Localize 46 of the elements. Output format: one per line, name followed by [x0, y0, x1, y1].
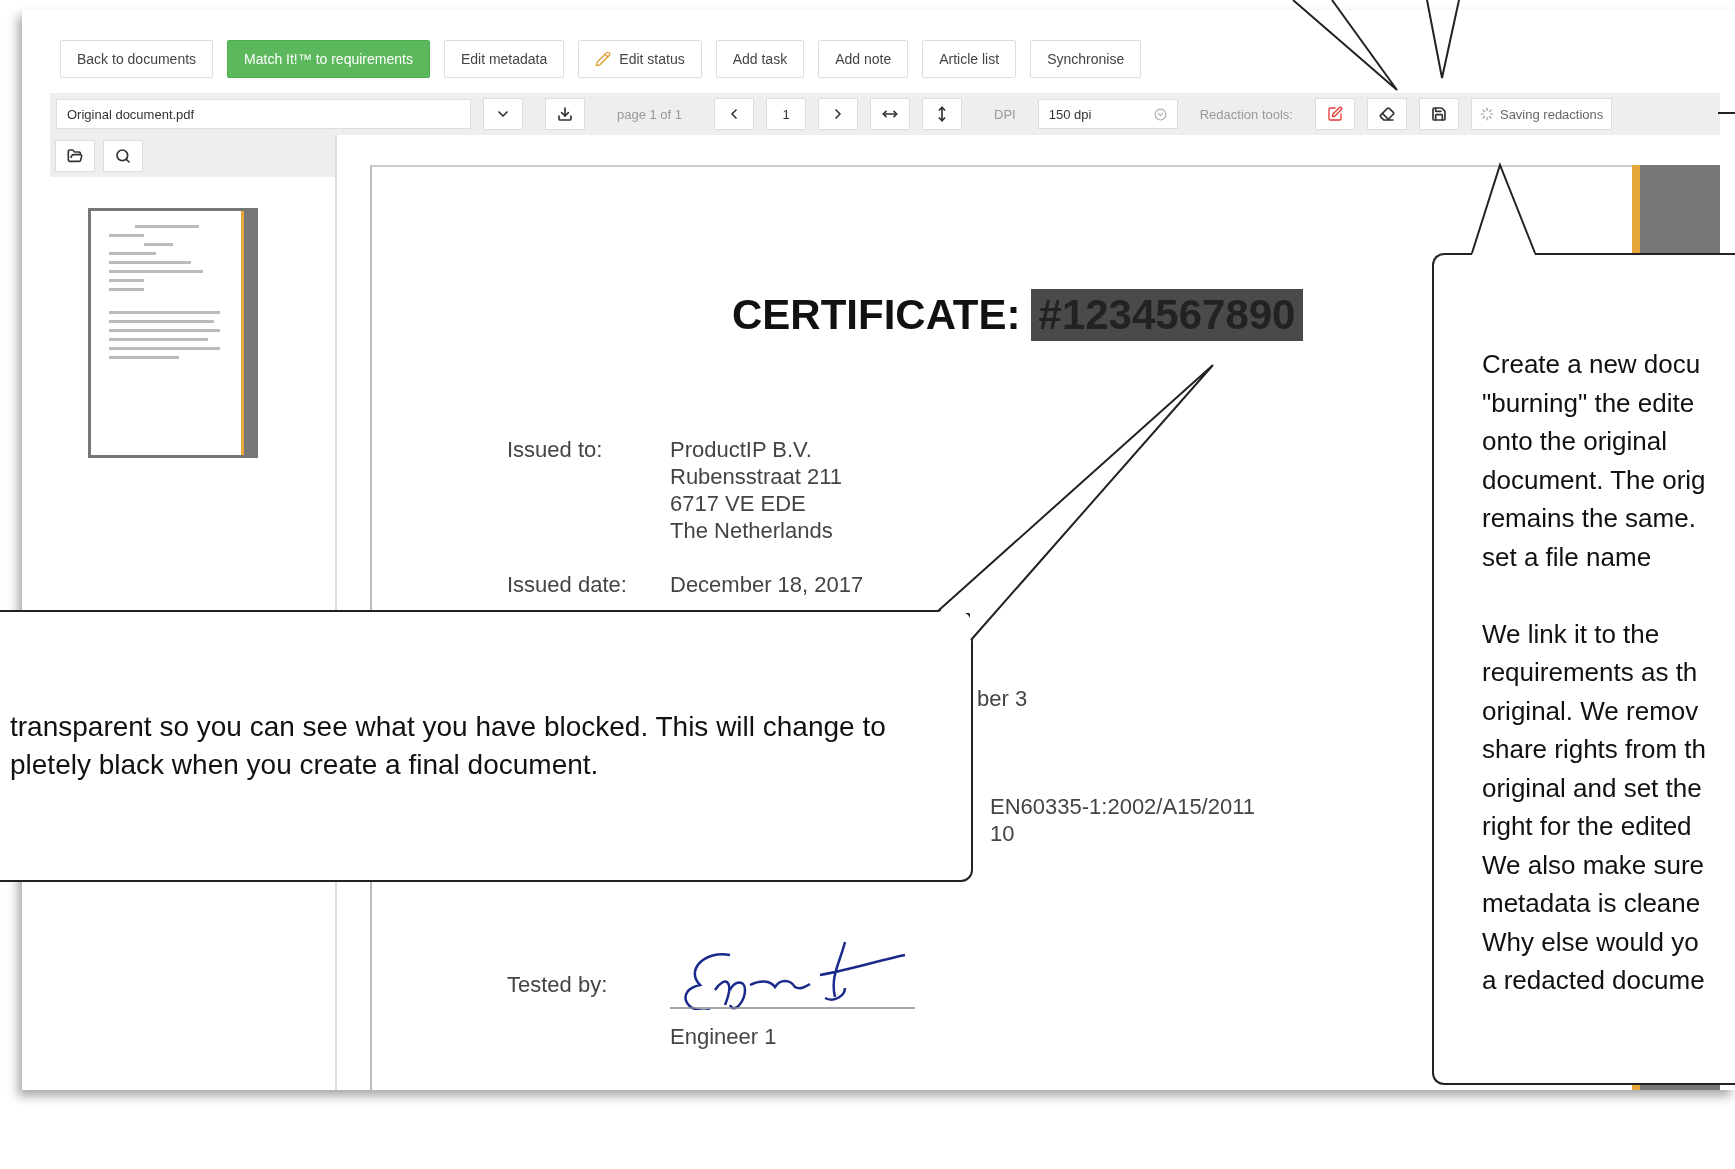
document-text: EN60335-1:2002/A15/2011 10 — [990, 793, 1256, 847]
field-label: Issued date: — [507, 571, 628, 598]
fit-height-button[interactable] — [922, 98, 963, 130]
toolbar-button[interactable]: Edit status — [578, 40, 702, 78]
dropdown-button[interactable] — [483, 98, 523, 130]
folder-icon — [67, 148, 83, 164]
dpi-label: DPI — [994, 106, 1016, 122]
download-button[interactable] — [545, 98, 585, 130]
next-page-button[interactable] — [818, 98, 859, 130]
redaction-tools-label: Redaction tools: — [1199, 106, 1293, 122]
folder-button[interactable] — [55, 140, 95, 172]
certificate-title: CERTIFICATE: — [732, 291, 1021, 339]
dpi-select[interactable]: 150 dpi — [1037, 99, 1178, 129]
pen-square-icon — [1326, 106, 1343, 122]
page-info: page 1 of 1 — [617, 106, 683, 122]
pencil-icon — [595, 51, 612, 67]
toolbar-button[interactable]: Back to documents — [60, 40, 214, 78]
eraser-icon — [1378, 106, 1395, 122]
download-icon — [557, 106, 573, 122]
page-number-field[interactable]: 1 — [766, 98, 807, 130]
toolbar-button[interactable]: Add task — [715, 40, 805, 78]
previous-page-button[interactable] — [714, 98, 755, 130]
toolbar-button[interactable]: Article list — [922, 40, 1017, 78]
callout-text: Create a new docu "burning" the edite onto the original document. The orig remains the same. set a file name We link it to the requirements as th original. We remov share rights from th original and set the right for the edited We also make sure metadata is cleane Why else would yo a redacted docume — [1482, 349, 1706, 995]
fit-width-button[interactable] — [870, 98, 911, 130]
field-label: Tested by: — [507, 972, 609, 998]
save-icon — [1430, 106, 1447, 122]
document-text: ber 3 — [977, 685, 1028, 712]
search-button[interactable] — [103, 140, 143, 172]
field-value: ProductIP B.V. Rubensstraat 211 6717 VE EDE The Netherlands — [670, 436, 843, 544]
toolbar-button[interactable]: Synchronise — [1030, 40, 1142, 78]
spinner-icon — [1479, 107, 1494, 121]
page-thumbnail[interactable] — [88, 208, 258, 458]
dropdown-icon — [1153, 107, 1167, 121]
field-value: December 18, 2017 — [670, 571, 864, 598]
toolbar-button[interactable]: Add note — [818, 40, 909, 78]
redact-button[interactable] — [1314, 98, 1355, 130]
toolbar-button[interactable]: Edit metadata — [443, 40, 565, 78]
field-label: Issued to: — [507, 436, 604, 464]
engineer-name: Engineer 1 — [670, 1024, 778, 1050]
eraser-button[interactable] — [1366, 98, 1407, 130]
file-select[interactable]: Original document.pdf — [56, 99, 471, 129]
callout-text: transparent so you can see what you have blocked. This will change to pletely black when you create a final document. — [10, 711, 886, 780]
search-icon — [115, 148, 131, 164]
save-button[interactable] — [1418, 98, 1459, 130]
saving-status-button[interactable]: Saving redactions — [1470, 98, 1613, 130]
